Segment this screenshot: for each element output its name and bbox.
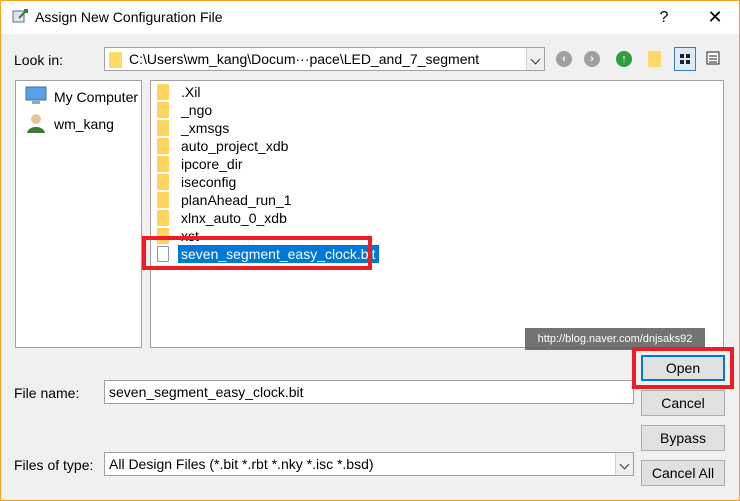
file-icon bbox=[157, 246, 169, 262]
folder-icon bbox=[157, 138, 169, 154]
app-icon bbox=[12, 9, 28, 23]
file-name-value: seven_segment_easy_clock.bit bbox=[109, 384, 304, 400]
files-of-type-select[interactable]: All Design Files (*.bit *.rbt *.nky *.is… bbox=[104, 452, 634, 476]
back-arrow-icon: ‹ bbox=[556, 51, 572, 67]
folder-icon bbox=[157, 120, 169, 136]
chevron-down-icon[interactable] bbox=[615, 453, 633, 475]
folder-icon bbox=[157, 174, 169, 190]
file-name: auto_project_xdb bbox=[181, 138, 289, 154]
new-folder-button[interactable] bbox=[644, 47, 666, 71]
look-in-combo[interactable]: C:\Users\wm_kang\Docum···pace\LED_and_7_… bbox=[104, 47, 545, 71]
title-bar[interactable]: Assign New Configuration File ? ✕ bbox=[1, 1, 739, 34]
forward-button[interactable]: › bbox=[581, 47, 603, 71]
place-label: wm_kang bbox=[54, 116, 114, 132]
detail-view-icon bbox=[706, 51, 720, 65]
list-view-icon bbox=[680, 54, 690, 64]
new-folder-icon bbox=[648, 51, 661, 67]
files-of-type-value: All Design Files (*.bit *.rbt *.nky *.is… bbox=[109, 456, 374, 472]
computer-icon bbox=[25, 86, 47, 104]
files-of-type-label: Files of type: bbox=[14, 457, 94, 473]
back-button[interactable]: ‹ bbox=[553, 47, 575, 71]
file-name: _xmsgs bbox=[181, 120, 230, 136]
file-list: .Xil _ngo _xmsgs auto_project_xdb ipcore… bbox=[150, 80, 724, 348]
folder-icon bbox=[157, 210, 169, 226]
cancel-button[interactable]: Cancel bbox=[641, 390, 725, 416]
folder-icon bbox=[157, 228, 169, 244]
dialog-window: Assign New Configuration File ? ✕ Look i… bbox=[0, 0, 740, 501]
folder-icon bbox=[109, 52, 122, 68]
folder-icon bbox=[157, 84, 169, 100]
help-button[interactable]: ? bbox=[647, 1, 681, 34]
place-label: My Computer bbox=[54, 89, 139, 105]
file-name-label: File name: bbox=[14, 385, 80, 401]
forward-arrow-icon: › bbox=[584, 51, 600, 67]
folder-icon bbox=[157, 156, 169, 172]
file-name: planAhead_run_1 bbox=[181, 192, 292, 208]
close-button[interactable]: ✕ bbox=[698, 1, 732, 34]
file-name: xlnx_auto_0_xdb bbox=[181, 210, 287, 226]
look-in-label: Look in: bbox=[14, 52, 64, 68]
up-arrow-icon: ↑ bbox=[616, 51, 632, 67]
file-name: .Xil bbox=[181, 84, 201, 100]
window-title: Assign New Configuration File bbox=[35, 9, 223, 25]
detail-view-button[interactable] bbox=[703, 47, 725, 71]
look-in-path: C:\Users\wm_kang\Docum···pace\LED_and_7_… bbox=[129, 51, 480, 67]
open-button[interactable]: Open bbox=[641, 355, 725, 381]
file-name: ipcore_dir bbox=[181, 156, 243, 172]
cancel-all-button[interactable]: Cancel All bbox=[641, 460, 725, 486]
folder-icon bbox=[157, 192, 169, 208]
watermark: http://blog.naver.com/dnjsaks92 bbox=[525, 328, 705, 350]
user-icon bbox=[27, 114, 45, 133]
chevron-down-icon[interactable] bbox=[526, 48, 544, 70]
list-view-button[interactable] bbox=[674, 47, 696, 71]
file-name-input[interactable]: seven_segment_easy_clock.bit bbox=[104, 380, 634, 404]
bypass-button[interactable]: Bypass bbox=[641, 425, 725, 451]
parent-directory-button[interactable]: ↑ bbox=[613, 47, 635, 71]
places-sidebar: My Computer wm_kang bbox=[15, 80, 142, 348]
file-name: seven_segment_easy_clock.bit bbox=[178, 245, 379, 263]
folder-icon bbox=[157, 102, 169, 118]
file-name: iseconfig bbox=[181, 174, 237, 190]
file-name: xst bbox=[181, 228, 199, 244]
file-name: _ngo bbox=[181, 102, 213, 118]
